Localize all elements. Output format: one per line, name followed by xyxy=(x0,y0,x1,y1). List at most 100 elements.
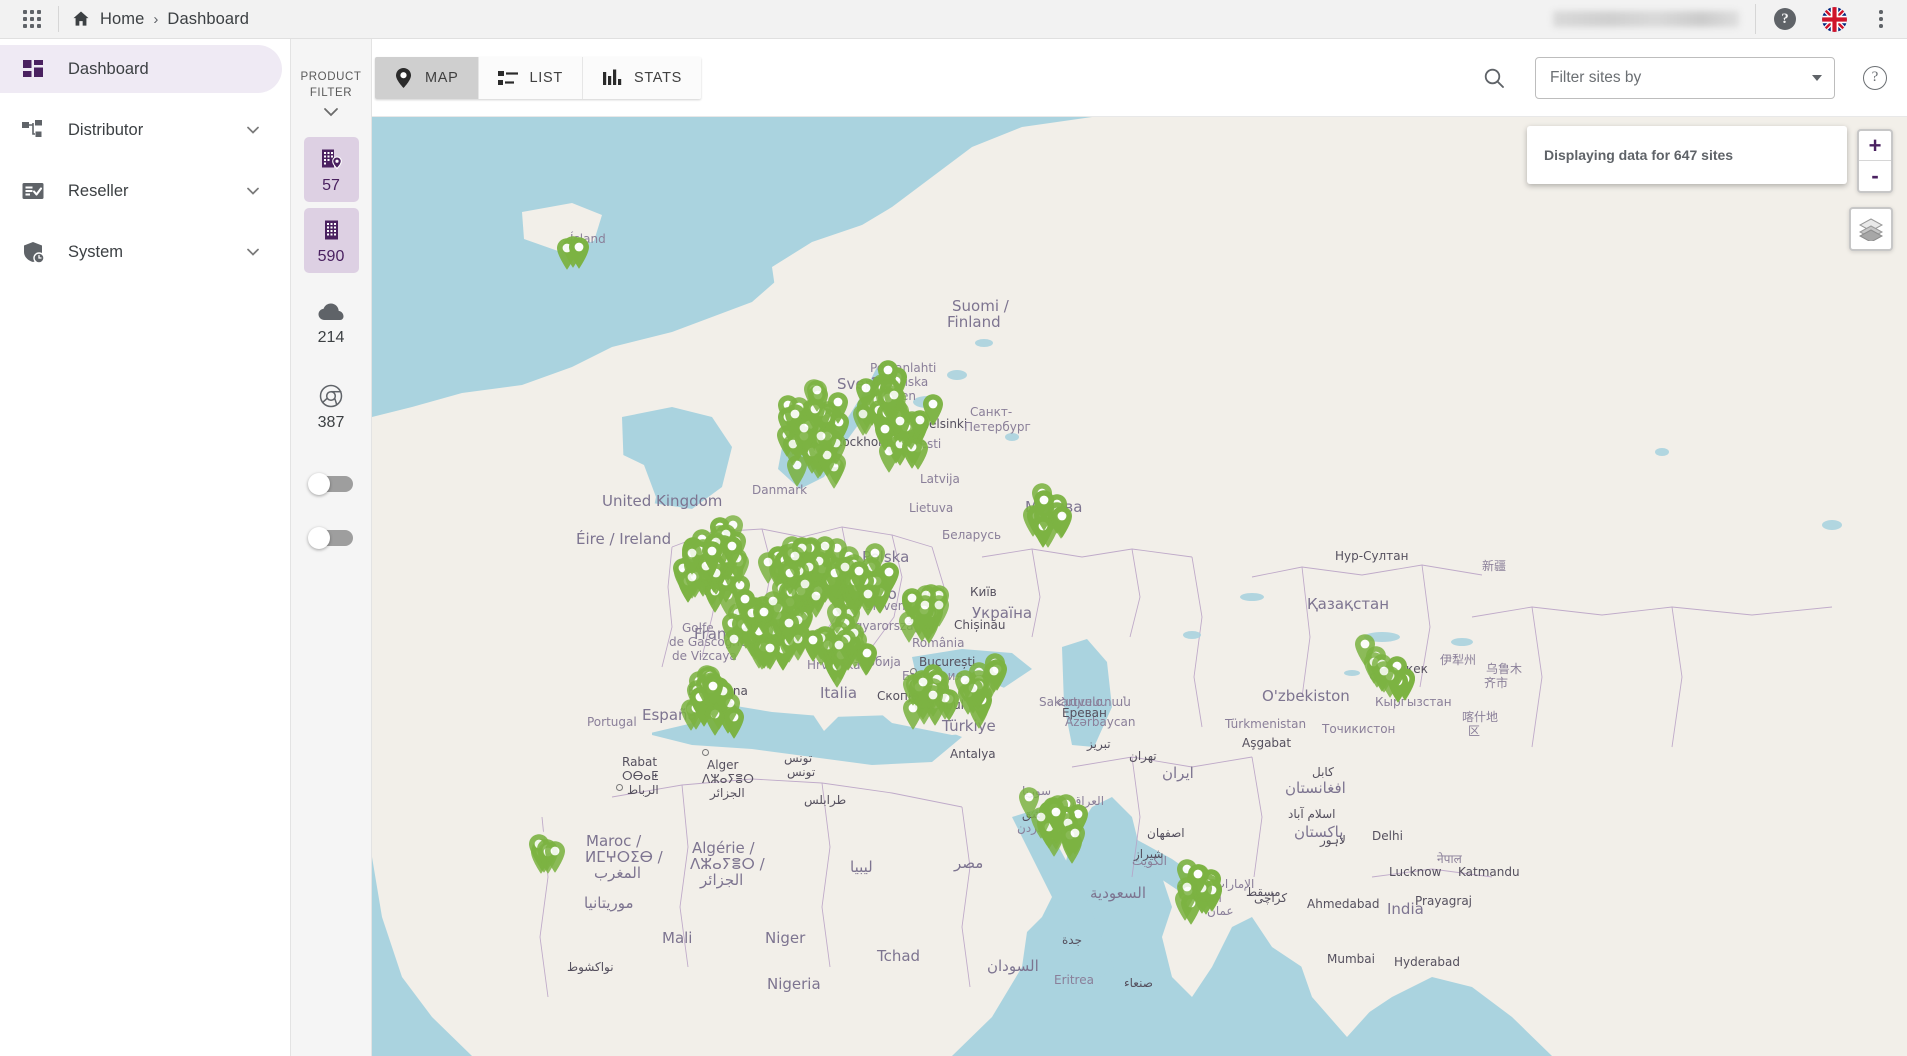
map-marker-pin[interactable] xyxy=(952,669,978,703)
product-filter-chip-buildings[interactable]: 590 xyxy=(303,208,359,273)
product-filter-title-line1: PRODUCT xyxy=(300,71,362,83)
help-circle-icon[interactable]: ? xyxy=(1774,8,1796,30)
sidebar-item-label: Dashboard xyxy=(68,59,149,78)
map-marker-pin[interactable] xyxy=(776,612,802,646)
filter-toggle-1[interactable] xyxy=(308,473,354,495)
zoom-in-button[interactable]: + xyxy=(1859,131,1891,161)
tab-label: LIST xyxy=(529,69,563,86)
breadcrumb-current: Dashboard xyxy=(167,9,250,28)
breadcrumb: Home › Dashboard xyxy=(71,9,249,29)
left-sidebar: Dashboard Distributor Reseller System xyxy=(0,39,291,1056)
map-marker-pin[interactable] xyxy=(920,684,946,718)
map-basemap xyxy=(372,117,1907,1056)
filter-toggle-2[interactable] xyxy=(308,527,354,549)
list-icon xyxy=(497,70,518,85)
apps-grid-icon[interactable] xyxy=(14,1,50,37)
map-marker-pin[interactable] xyxy=(846,560,872,594)
sidebar-gap-3 xyxy=(0,215,290,228)
map-marker-pin[interactable] xyxy=(566,236,592,270)
header-divider-2 xyxy=(1755,4,1756,34)
more-vertical-icon[interactable] xyxy=(1869,10,1893,28)
home-icon[interactable] xyxy=(71,9,91,29)
map-canvas[interactable]: Ísland Sverige Pohjanlahti Bottniska vik… xyxy=(372,117,1907,1056)
city-dot xyxy=(702,749,709,756)
uk-flag-icon[interactable] xyxy=(1822,6,1847,32)
tab-map[interactable]: MAP xyxy=(375,56,479,99)
tab-label: MAP xyxy=(425,69,459,86)
org-tree-icon xyxy=(22,120,43,138)
tab-label: STATS xyxy=(633,69,683,86)
product-filter-chip-sites[interactable]: 57 xyxy=(303,137,359,202)
map-marker-pin[interactable] xyxy=(872,418,898,452)
header-divider xyxy=(58,6,59,32)
filter-sites-select[interactable] xyxy=(1535,56,1835,99)
product-filter-chip-cloud[interactable]: 214 xyxy=(304,293,359,354)
map-marker-pin[interactable] xyxy=(899,587,925,621)
chevron-down-icon[interactable] xyxy=(1812,74,1822,81)
product-filter-count: 387 xyxy=(317,414,345,431)
map-pin-icon xyxy=(396,67,411,88)
map-marker-pin[interactable] xyxy=(808,425,834,459)
toggle-knob xyxy=(308,473,330,495)
map-marker-pin[interactable] xyxy=(826,634,852,668)
toggle-knob xyxy=(308,527,330,549)
product-filter-count: 214 xyxy=(317,329,345,346)
filter-sites-input[interactable] xyxy=(1550,68,1812,87)
product-filter-chip-browser[interactable]: 387 xyxy=(304,374,359,439)
sidebar-item-label: System xyxy=(68,242,124,261)
search-icon[interactable] xyxy=(1483,67,1505,89)
sidebar-item-label: Reseller xyxy=(68,181,129,200)
help-outline-icon[interactable]: ? xyxy=(1863,65,1887,90)
shield-clock-icon xyxy=(24,242,45,264)
tab-list[interactable]: LIST xyxy=(478,56,583,99)
sidebar-gap-1 xyxy=(0,93,290,106)
map-layers-button[interactable] xyxy=(1849,207,1893,251)
product-filter-title-line2: FILTER xyxy=(309,87,353,99)
map-marker-pin[interactable] xyxy=(751,601,777,635)
content-toolbar: MAP LIST STATS Filter sites by ? xyxy=(372,39,1907,117)
city-dot xyxy=(616,784,623,791)
map-marker-pin[interactable] xyxy=(1031,489,1057,523)
bar-chart-icon xyxy=(602,69,622,85)
browser-globe-icon xyxy=(319,384,343,408)
user-name-redacted xyxy=(1553,11,1739,27)
map-marker-pin[interactable] xyxy=(881,384,907,418)
map-marker-pin[interactable] xyxy=(1371,660,1397,694)
product-filter-rail: PRODUCT FILTER 57 590 214 387 xyxy=(291,39,372,1056)
breadcrumb-separator: › xyxy=(153,10,159,28)
header-right-actions: ? xyxy=(1553,4,1907,34)
chevron-down-icon[interactable] xyxy=(244,182,262,200)
breadcrumb-home[interactable]: Home xyxy=(100,10,144,29)
map-marker-pin[interactable] xyxy=(1062,822,1088,856)
map-marker-pin[interactable] xyxy=(700,675,726,709)
map-marker-pin[interactable] xyxy=(800,629,826,663)
map-info-card: Displaying data for 647 sites xyxy=(1527,126,1847,184)
building-pin-icon xyxy=(322,149,342,170)
chevron-down-icon[interactable] xyxy=(244,121,262,139)
building-icon xyxy=(325,220,338,240)
zoom-out-button[interactable]: - xyxy=(1859,161,1891,191)
chevron-down-icon[interactable] xyxy=(244,243,262,261)
view-tabset: MAP LIST STATS xyxy=(375,56,702,99)
map-marker-pin[interactable] xyxy=(1174,876,1200,910)
sidebar-item-system[interactable]: System xyxy=(0,228,282,276)
tab-stats[interactable]: STATS xyxy=(582,56,702,99)
sidebar-item-reseller[interactable]: Reseller xyxy=(0,167,282,215)
product-filter-count: 57 xyxy=(322,177,340,194)
map-zoom-controls: + - xyxy=(1857,129,1893,193)
sidebar-item-distributor[interactable]: Distributor xyxy=(0,106,282,154)
checklist-icon xyxy=(22,183,44,199)
map-marker-pin[interactable] xyxy=(542,840,568,874)
sidebar-gap-2 xyxy=(0,154,290,167)
sidebar-item-label: Distributor xyxy=(68,120,144,139)
map-marker-pin[interactable] xyxy=(804,379,830,413)
sidebar-item-dashboard[interactable]: Dashboard xyxy=(0,45,282,93)
toolbar-search-area: ? xyxy=(1483,56,1907,99)
chevron-down-icon[interactable] xyxy=(321,105,341,119)
map-marker-pin[interactable] xyxy=(792,573,818,607)
map-marker-pin[interactable] xyxy=(926,594,952,628)
product-filter-count: 590 xyxy=(317,248,345,265)
layers-icon xyxy=(1858,218,1884,241)
map-marker-pin[interactable] xyxy=(699,540,725,574)
dashboard-grid-icon xyxy=(23,60,43,77)
